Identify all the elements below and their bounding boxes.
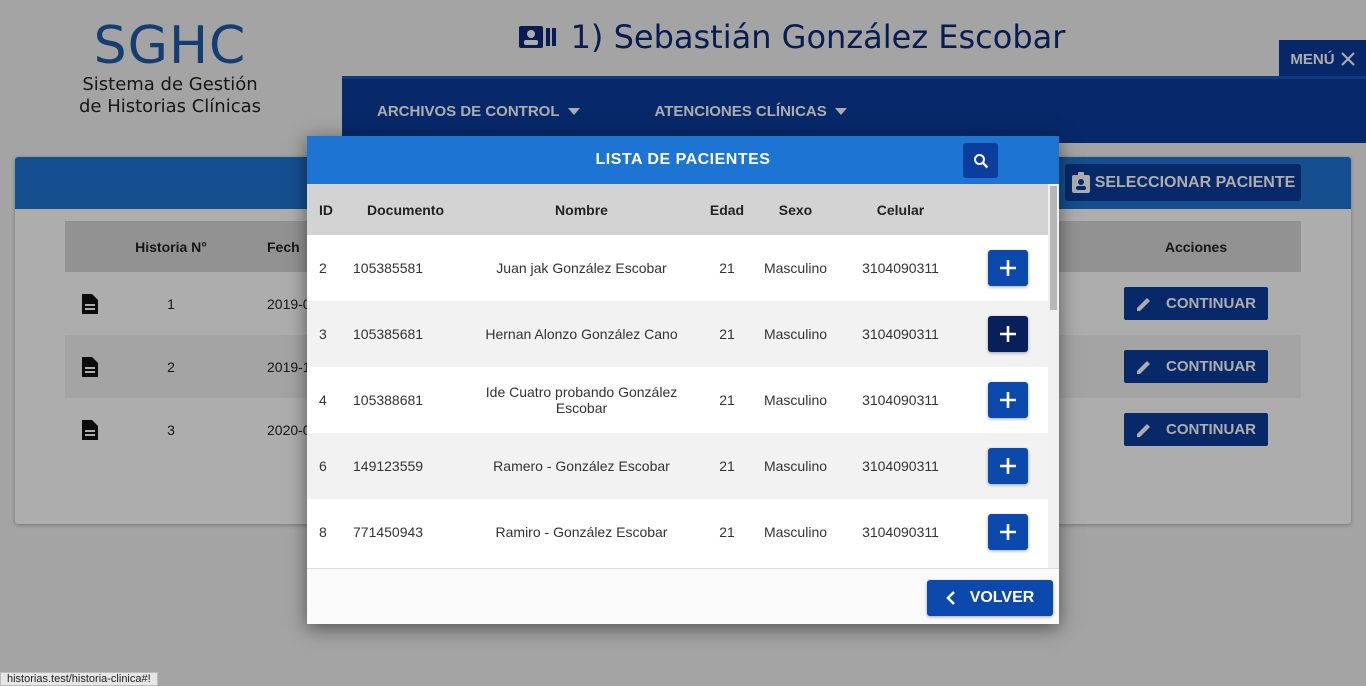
modal-scrollbar[interactable] (1048, 184, 1059, 568)
plus-icon (999, 524, 1016, 540)
search-button[interactable] (963, 143, 998, 178)
table-row: 2 105385581 Juan jak González Escobar 21… (307, 235, 1048, 301)
table-row: 4 105388681 Ide Cuatro probando González… (307, 367, 1048, 433)
scrollbar-thumb[interactable] (1050, 186, 1057, 310)
plus-icon (999, 458, 1016, 474)
col-nombre: Nombre (555, 201, 608, 218)
patient-sexo: Masculino (763, 524, 828, 540)
modal-footer: VOLVER (307, 568, 1059, 624)
browser-status-url: historias.test/historia-clinica#! (0, 672, 158, 686)
patient-table: ID Documento Nombre Edad Sexo Celular 2 … (307, 184, 1048, 568)
patient-table-header: ID Documento Nombre Edad Sexo Celular (307, 184, 1048, 235)
patient-celular: 3104090311 (862, 524, 939, 540)
patient-edad: 21 (719, 392, 735, 408)
patient-documento: 105388681 (353, 392, 424, 408)
patient-celular: 3104090311 (862, 260, 939, 276)
patient-sexo: Masculino (763, 392, 828, 408)
plus-icon (999, 260, 1016, 276)
add-patient-button[interactable] (987, 514, 1028, 550)
table-row: 8 771450943 Ramiro - González Escobar 21… (307, 499, 1048, 565)
patient-documento: 105385581 (353, 260, 424, 276)
table-row: 6 149123559 Ramero - González Escobar 21… (307, 433, 1048, 499)
patient-celular: 3104090311 (862, 458, 939, 474)
patient-nombre: Ramero - González Escobar (493, 458, 670, 474)
volver-button[interactable]: VOLVER (927, 580, 1053, 616)
patient-list-modal: LISTA DE PACIENTES ID Documento Nombre E… (307, 136, 1059, 624)
add-patient-button[interactable] (987, 448, 1028, 484)
modal-title: LISTA DE PACIENTES (595, 151, 771, 168)
col-id: ID (319, 201, 333, 218)
add-patient-button[interactable] (987, 316, 1028, 352)
patient-sexo: Masculino (763, 458, 828, 474)
patient-edad: 21 (719, 326, 735, 342)
patient-documento: 105385681 (353, 326, 424, 342)
col-documento: Documento (367, 201, 444, 218)
chevron-left-icon (945, 591, 955, 605)
patient-celular: 3104090311 (862, 392, 939, 408)
add-patient-button[interactable] (987, 382, 1028, 418)
patient-sexo: Masculino (763, 326, 828, 342)
patient-id: 2 (319, 260, 327, 276)
col-celular: Celular (876, 201, 925, 218)
patient-edad: 21 (719, 458, 735, 474)
patient-id: 8 (319, 524, 327, 540)
patient-documento: 771450943 (353, 524, 424, 540)
patient-documento: 149123559 (353, 458, 424, 474)
patient-id: 6 (319, 458, 327, 474)
table-row: 3 105385681 Hernan Alonzo González Cano … (307, 301, 1048, 367)
patient-nombre: Hernan Alonzo González Cano (485, 326, 678, 342)
patient-edad: 21 (719, 524, 735, 540)
plus-icon (999, 392, 1016, 408)
volver-label: VOLVER (969, 589, 1035, 606)
modal-header: LISTA DE PACIENTES (307, 136, 1059, 184)
patient-id: 4 (319, 392, 327, 408)
search-icon (973, 153, 988, 168)
add-patient-button[interactable] (987, 250, 1028, 286)
patient-nombre: Ide Cuatro probando González Escobar (485, 384, 678, 416)
plus-icon (999, 326, 1016, 342)
col-sexo: Sexo (778, 201, 813, 218)
patient-sexo: Masculino (763, 260, 828, 276)
patient-id: 3 (319, 326, 327, 342)
patient-nombre: Juan jak González Escobar (496, 260, 667, 276)
patient-celular: 3104090311 (862, 326, 939, 342)
patient-edad: 21 (719, 260, 735, 276)
patient-nombre: Ramiro - González Escobar (495, 524, 668, 540)
col-edad: Edad (709, 201, 745, 218)
